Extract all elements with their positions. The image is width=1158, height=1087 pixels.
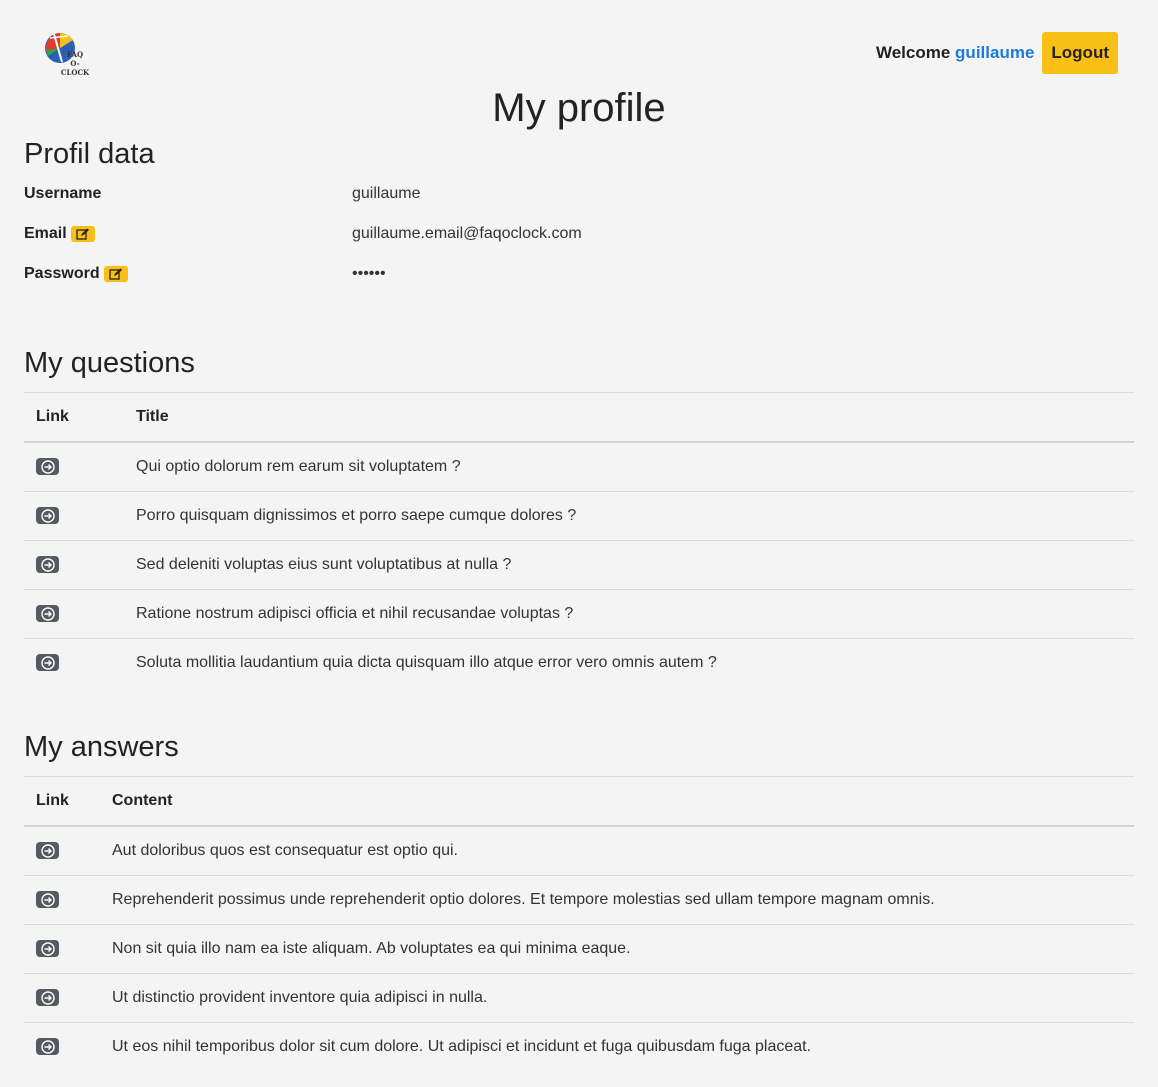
table-row: Ut eos nihil temporibus dolor sit cum do… [24,1023,1134,1072]
logout-button[interactable]: Logout [1042,32,1118,74]
arrow-right-icon[interactable] [36,654,59,672]
edit-icon [76,228,89,240]
answer-content: Reprehenderit possimus unde reprehenderi… [112,875,1134,925]
questions-section-title: My questions [24,347,195,379]
questions-header-row: Link Title [24,392,1134,443]
question-title: Ratione nostrum adipisci officia et nihi… [136,589,1134,639]
arrow-right-icon[interactable] [36,556,59,574]
password-label: Password [24,265,100,282]
logo-text-oclock: O-CLOCK [60,59,90,77]
username-value: guillaume [352,185,421,202]
table-row: Reprehenderit possimus unde reprehenderi… [24,875,1134,925]
answer-content: Aut doloribus quos est consequatur est o… [112,826,1134,876]
question-title: Sed deleniti voluptas eius sunt voluptat… [136,540,1134,590]
column-header-link: Link [24,392,136,443]
table-row: Non sit quia illo nam ea iste aliquam. A… [24,924,1134,974]
page-title: My profile [492,86,666,130]
welcome-label: Welcome [875,43,951,62]
username-link[interactable]: guillaume [955,43,1034,62]
arrow-right-icon[interactable] [36,891,59,909]
edit-password-button[interactable] [103,266,128,282]
table-row: Qui optio dolorum rem earum sit voluptat… [24,442,1134,492]
column-header-content: Content [112,776,1134,827]
welcome-text: Welcome guillaume [876,43,1034,63]
profile-row-email: Email guillaume.email@faqoclock.com [24,225,724,247]
arrow-right-icon[interactable] [36,605,59,623]
arrow-right-icon[interactable] [36,940,59,958]
column-header-title: Title [136,392,1134,443]
profile-page: FAQ O-CLOCK Welcome guillaume Logout My … [0,0,1158,1087]
edit-icon [108,268,122,280]
table-row: Ratione nostrum adipisci officia et nihi… [24,589,1134,639]
question-title: Qui optio dolorum rem earum sit voluptat… [136,442,1134,492]
answer-content: Ut eos nihil temporibus dolor sit cum do… [112,1038,812,1055]
email-value: guillaume.email@faqoclock.com [352,225,582,242]
profile-section-title: Profil data [24,138,155,170]
arrow-right-icon[interactable] [36,458,59,476]
logo-text-faq: FAQ [66,50,84,59]
user-area: Welcome guillaume Logout [876,32,1118,74]
site-logo[interactable]: FAQ O-CLOCK [40,28,92,78]
table-row: Soluta mollitia laudantium quia dicta qu… [24,639,1134,688]
column-header-link: Link [24,776,112,827]
answer-content: Non sit quia illo nam ea iste aliquam. A… [112,924,1134,974]
password-value: •••••• [352,265,386,282]
table-row: Aut doloribus quos est consequatur est o… [24,826,1134,876]
questions-table: Link Title Qui optio dolorum rem earum s… [24,392,1134,687]
profile-row-username: Username guillaume [24,185,724,207]
answers-section-title: My answers [24,731,179,763]
answer-content: Ut distinctio provident inventore quia a… [112,973,1134,1023]
table-row: Ut distinctio provident inventore quia a… [24,973,1134,1023]
arrow-right-icon[interactable] [36,1038,59,1056]
arrow-right-icon[interactable] [36,842,59,860]
table-row: Sed deleniti voluptas eius sunt voluptat… [24,540,1134,590]
answers-table: Link Content Aut doloribus quos est cons… [24,776,1134,1071]
arrow-right-icon[interactable] [36,989,59,1007]
answers-header-row: Link Content [24,776,1134,827]
question-title: Porro quisquam dignissimos et porro saep… [136,491,1134,541]
arrow-right-icon[interactable] [36,507,59,525]
profile-row-password: Password •••••• [24,265,724,287]
table-row: Porro quisquam dignissimos et porro saep… [24,491,1134,541]
edit-email-button[interactable] [70,226,95,242]
email-label: Email [24,225,67,242]
question-title: Soluta mollitia laudantium quia dicta qu… [136,654,717,671]
username-label: Username [24,185,102,202]
